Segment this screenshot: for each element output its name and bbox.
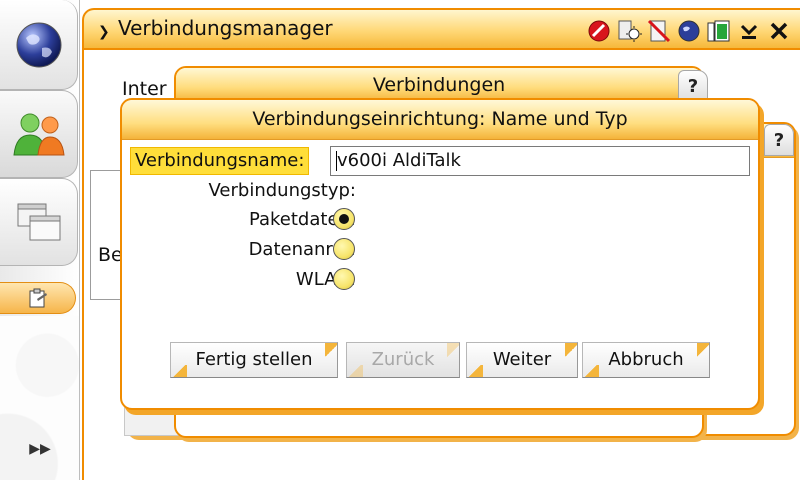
text-cursor xyxy=(336,151,337,171)
dialog-title: Verbindungseinrichtung: Name und Typ xyxy=(252,108,628,130)
connections-dialog-title: Verbindungen xyxy=(372,74,506,96)
stop-icon[interactable] xyxy=(584,16,614,46)
settings-sun-icon[interactable] xyxy=(614,16,644,46)
back-button[interactable]: Zurück xyxy=(346,342,460,378)
sidebar-item-windows[interactable] xyxy=(0,178,78,266)
connection-name-label: Verbindungsname: xyxy=(130,147,310,175)
packet-data-radio[interactable] xyxy=(333,208,355,230)
help-button-lower[interactable]: ? xyxy=(764,124,794,156)
contacts-icon xyxy=(12,113,65,156)
sidebar-item-contacts[interactable] xyxy=(0,90,78,178)
globe-icon[interactable] xyxy=(674,16,704,46)
task-navigator: ▶▶ xyxy=(0,0,80,480)
data-call-radio[interactable] xyxy=(333,238,355,260)
status-icons xyxy=(584,16,794,46)
connection-setup-dialog-header: Verbindungseinrichtung: Name und Typ xyxy=(122,100,758,140)
app-title[interactable]: Verbindungsmanager xyxy=(118,16,333,40)
close-icon[interactable] xyxy=(764,16,794,46)
connection-name-input[interactable]: v600i AldiTalk xyxy=(330,146,750,176)
connections-dialog-header: Verbindungen xyxy=(176,68,702,102)
more-apps-button[interactable]: ▶▶ xyxy=(26,440,54,458)
battery-icon[interactable] xyxy=(704,16,734,46)
partial-label-top: Inter xyxy=(122,78,167,100)
no-sim-icon[interactable] xyxy=(644,16,674,46)
app-title-bar: ❯ Verbindungsmanager xyxy=(82,8,800,50)
chevron-down-icon[interactable]: ❯ xyxy=(98,24,110,40)
clipboard-icon xyxy=(29,288,47,308)
wlan-radio[interactable] xyxy=(333,268,355,290)
cancel-button[interactable]: Abbruch xyxy=(582,342,710,378)
windows-icon xyxy=(17,203,60,241)
next-button[interactable]: Weiter xyxy=(466,342,578,378)
sidebar-item-web[interactable] xyxy=(0,0,78,90)
globe-icon xyxy=(16,22,61,67)
minimize-icon[interactable] xyxy=(734,16,764,46)
connection-type-label: Verbindungstyp: xyxy=(208,180,356,201)
radio-selected-dot xyxy=(339,214,349,224)
sidebar-item-tools[interactable] xyxy=(0,282,76,314)
finish-button[interactable]: Fertig stellen xyxy=(170,342,338,378)
